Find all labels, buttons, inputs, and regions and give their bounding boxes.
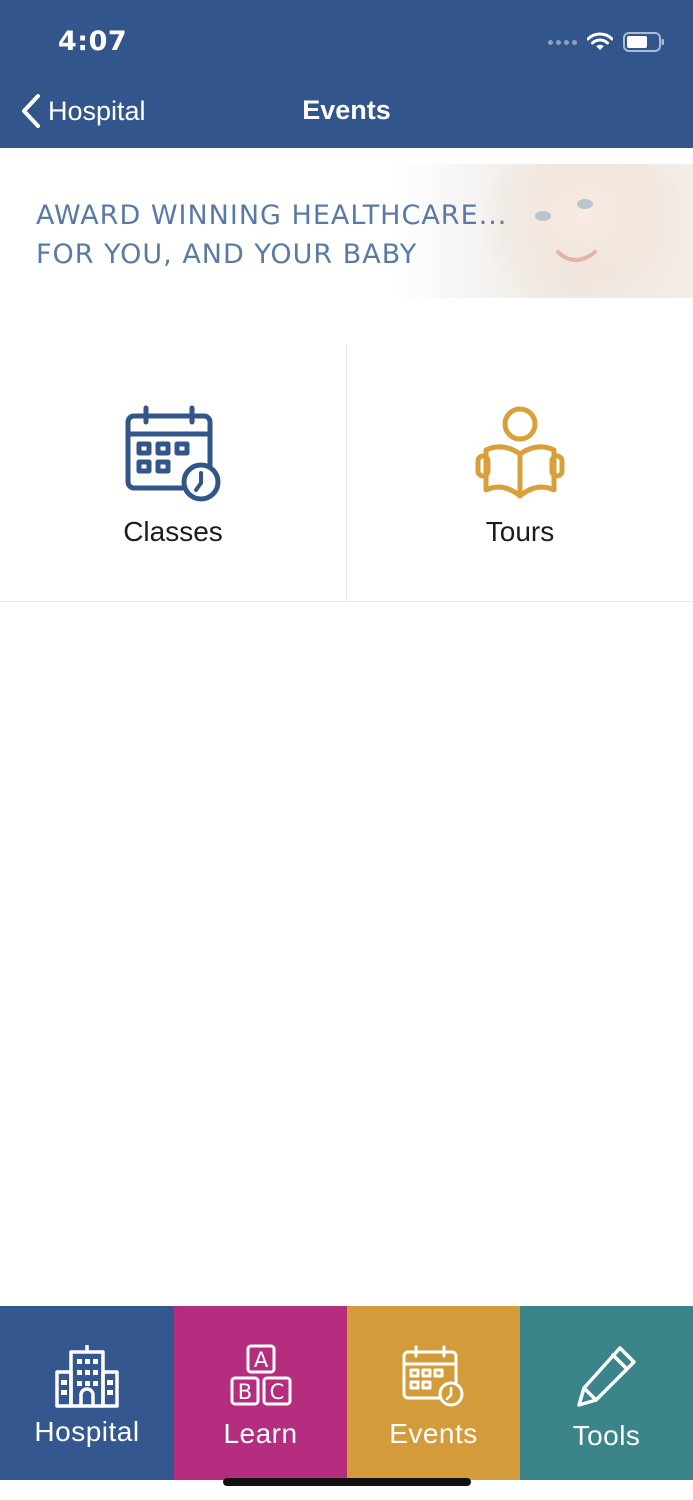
- classes-tile[interactable]: Classes: [0, 344, 346, 602]
- cellular-signal-icon: [548, 39, 577, 45]
- banner-tagline: AWARD WINNING HEALTHCARE... FOR YOU, AND…: [36, 196, 507, 274]
- tab-learn[interactable]: A B C Learn: [174, 1306, 347, 1480]
- svg-text:B: B: [237, 1380, 251, 1404]
- tab-events[interactable]: Events: [347, 1306, 520, 1480]
- tours-tile[interactable]: Tours: [346, 344, 693, 602]
- tab-learn-label: Learn: [223, 1418, 298, 1449]
- person-reading-book-icon: [475, 406, 565, 499]
- banner-line-2: FOR YOU, AND YOUR BABY: [36, 239, 418, 270]
- tab-tools[interactable]: Tools: [520, 1306, 693, 1480]
- pencil-icon: [576, 1346, 636, 1407]
- tab-tools-label: Tools: [572, 1420, 641, 1451]
- tours-label: Tours: [485, 516, 555, 547]
- calendar-clock-icon: [402, 1345, 463, 1407]
- abc-blocks-icon: A B C: [230, 1344, 291, 1406]
- tab-hospital-label: Hospital: [34, 1416, 140, 1447]
- tab-events-label: Events: [389, 1418, 478, 1449]
- svg-text:C: C: [269, 1380, 284, 1404]
- svg-text:A: A: [253, 1348, 268, 1372]
- tab-bar: Hospital A B C Learn Events Tools: [0, 1306, 693, 1480]
- battery-icon: [623, 32, 664, 52]
- calendar-clock-icon: [125, 405, 221, 502]
- status-icons: [548, 30, 665, 54]
- navigation-bar: 4:07 Hospital Events: [0, 0, 693, 148]
- events-menu-grid: Classes Tours: [0, 344, 693, 602]
- hospital-building-icon: [55, 1345, 119, 1408]
- wifi-icon: [587, 32, 613, 50]
- banner-line-1: AWARD WINNING HEALTHCARE...: [36, 200, 508, 231]
- tab-hospital[interactable]: Hospital: [0, 1306, 174, 1480]
- home-indicator: [223, 1478, 471, 1486]
- promo-banner: AWARD WINNING HEALTHCARE... FOR YOU, AND…: [0, 164, 693, 298]
- classes-label: Classes: [123, 516, 223, 547]
- page-title: Events: [302, 95, 391, 125]
- status-time: 4:07: [58, 26, 128, 57]
